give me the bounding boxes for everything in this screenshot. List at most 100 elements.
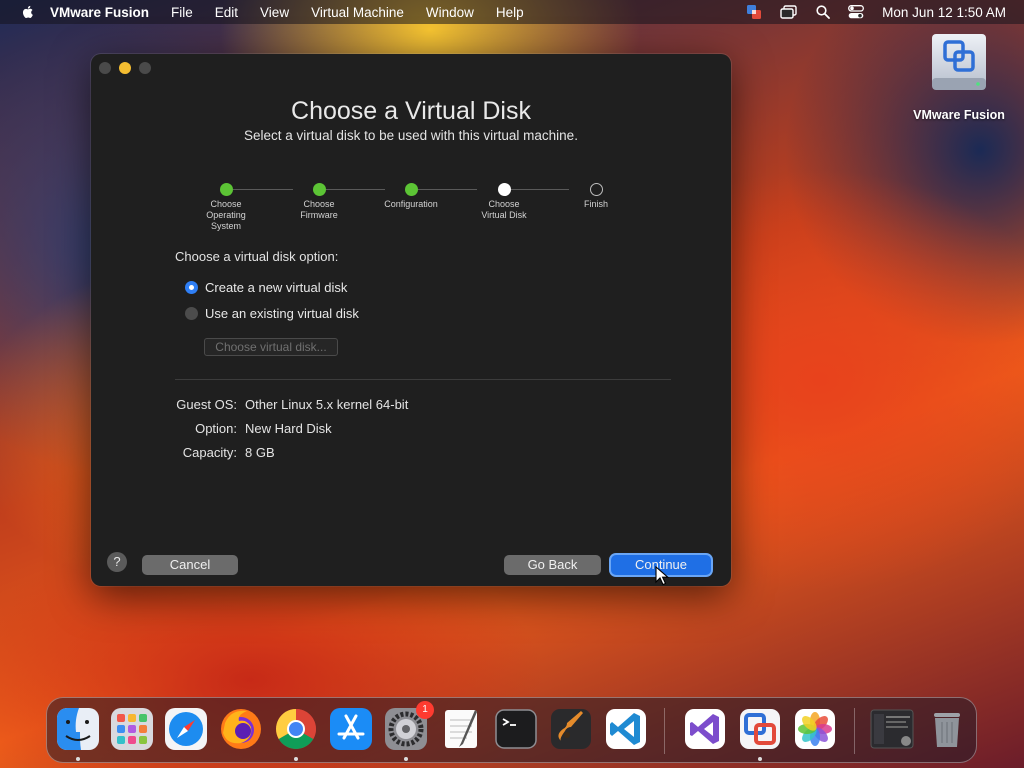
dock-photos[interactable]	[793, 707, 837, 751]
dock-system-settings[interactable]: 1	[384, 701, 434, 751]
choose-virtual-disk-button: Choose virtual disk...	[204, 338, 338, 356]
info-key: Capacity:	[182, 445, 237, 460]
dock-garageband[interactable]	[549, 707, 593, 751]
screen-mirroring-icon[interactable]	[780, 5, 798, 19]
help-button[interactable]: ?	[107, 552, 127, 572]
photos-icon	[795, 709, 835, 749]
go-back-button[interactable]: Go Back	[504, 555, 601, 575]
radio-create-new-disk[interactable]: Create a new virtual disk	[185, 280, 347, 295]
disk-option-heading: Choose a virtual disk option:	[175, 249, 339, 264]
dock-visual-studio[interactable]	[683, 707, 727, 751]
menu-bar: VMware Fusion File Edit View Virtual Mac…	[0, 0, 1024, 24]
dock-app-store[interactable]	[329, 707, 373, 751]
radio-label[interactable]: Use an existing virtual disk	[205, 306, 359, 321]
running-indicator	[758, 757, 762, 761]
new-vm-wizard-window: Choose a Virtual Disk Select a virtual d…	[91, 54, 731, 586]
info-capacity: Capacity: 8 GB	[175, 445, 275, 460]
vmware-status-icon[interactable]	[746, 4, 762, 20]
step-complete-indicator	[219, 183, 233, 196]
info-option: Option: New Hard Disk	[175, 421, 332, 436]
menu-view[interactable]: View	[260, 5, 289, 20]
downloads-stack-icon	[870, 709, 914, 749]
info-guest-os: Guest OS: Other Linux 5.x kernel 64-bit	[175, 397, 408, 412]
step-choose-virtual-disk: Choose Virtual Disk	[464, 183, 544, 221]
dock-trash[interactable]	[925, 707, 969, 751]
step-configuration: Configuration	[371, 183, 451, 210]
dock-terminal[interactable]	[494, 707, 538, 751]
dock-launchpad[interactable]	[110, 707, 154, 751]
dock: 1	[46, 697, 977, 763]
menu-edit[interactable]: Edit	[215, 5, 238, 20]
menu-help[interactable]: Help	[496, 5, 524, 20]
notification-badge: 1	[416, 701, 434, 719]
dock-separator	[854, 708, 855, 754]
info-key: Option:	[195, 421, 237, 436]
dialog-title: Choose a Virtual Disk	[291, 97, 531, 125]
vscode-icon	[606, 709, 646, 749]
step-complete-indicator	[312, 183, 326, 196]
step-label: Choose Virtual Disk	[481, 199, 527, 220]
zoom-button[interactable]	[139, 62, 151, 74]
dock-separator	[664, 708, 665, 754]
radio-unselected-indicator[interactable]	[185, 307, 198, 320]
trash-icon	[934, 713, 960, 747]
step-label: Finish	[583, 199, 608, 209]
step-choose-firmware: Choose Firmware	[279, 183, 359, 221]
menu-window[interactable]: Window	[426, 5, 474, 20]
dock-safari[interactable]	[164, 707, 208, 751]
dialog-subtitle: Select a virtual disk to be used with th…	[244, 128, 578, 143]
running-indicator	[294, 757, 298, 761]
radio-label[interactable]: Create a new virtual disk	[205, 280, 347, 295]
menu-clock[interactable]: Mon Jun 12 1:50 AM	[882, 5, 1006, 20]
divider	[175, 379, 671, 380]
menu-file[interactable]: File	[171, 5, 193, 20]
dock-firefox[interactable]	[219, 707, 263, 751]
vmware-fusion-drive-icon	[932, 34, 986, 90]
spotlight-search-icon[interactable]	[816, 5, 831, 19]
info-value: 8 GB	[245, 445, 275, 460]
dock-finder[interactable]	[56, 707, 100, 751]
dock-textedit[interactable]	[439, 707, 483, 751]
window-controls	[99, 62, 159, 74]
textedit-icon	[445, 710, 477, 748]
menu-app-name[interactable]: VMware Fusion	[50, 5, 149, 20]
mouse-pointer-icon	[655, 566, 669, 586]
step-label: Choose Firmware	[300, 199, 338, 220]
menu-virtual-machine[interactable]: Virtual Machine	[311, 5, 404, 20]
menu-extras: Mon Jun 12 1:50 AM	[728, 0, 1006, 24]
step-choose-os: Choose Operating System	[186, 183, 266, 232]
desktop-vmware-fusion[interactable]: VMware Fusion	[906, 32, 1012, 122]
step-finish: Finish	[556, 183, 636, 210]
chrome-icon	[276, 709, 316, 749]
cancel-button[interactable]: Cancel	[142, 555, 238, 575]
running-indicator	[404, 757, 408, 761]
radio-selected-indicator[interactable]	[185, 281, 198, 294]
dock-downloads-stack[interactable]	[870, 707, 914, 751]
safari-icon	[165, 708, 207, 750]
desktop-icon-label: VMware Fusion	[913, 108, 1005, 122]
info-value: New Hard Disk	[245, 421, 332, 436]
finder-icon	[57, 708, 99, 750]
vmware-fusion-icon	[740, 709, 780, 749]
firefox-icon	[221, 709, 261, 749]
control-center-icon[interactable]	[848, 5, 865, 19]
running-indicator	[76, 757, 80, 761]
garageband-icon	[551, 709, 591, 749]
dock-vscode[interactable]	[604, 707, 648, 751]
terminal-icon	[495, 709, 537, 749]
wizard-steps: Choose Operating System Choose Firmware …	[191, 183, 631, 233]
step-label: Configuration	[384, 199, 438, 209]
launchpad-icon	[111, 708, 153, 750]
apple-logo-icon[interactable]	[20, 4, 36, 20]
info-value: Other Linux 5.x kernel 64-bit	[245, 397, 409, 412]
step-pending-indicator	[589, 183, 603, 196]
app-store-icon	[330, 708, 372, 750]
visual-studio-icon	[685, 709, 725, 749]
dock-chrome[interactable]	[274, 707, 318, 751]
step-label: Choose Operating System	[206, 199, 246, 231]
radio-use-existing-disk[interactable]: Use an existing virtual disk	[185, 306, 359, 321]
step-complete-indicator	[404, 183, 418, 196]
close-button[interactable]	[99, 62, 111, 74]
dock-vmware-fusion[interactable]	[738, 707, 782, 751]
minimize-button[interactable]	[119, 62, 131, 74]
